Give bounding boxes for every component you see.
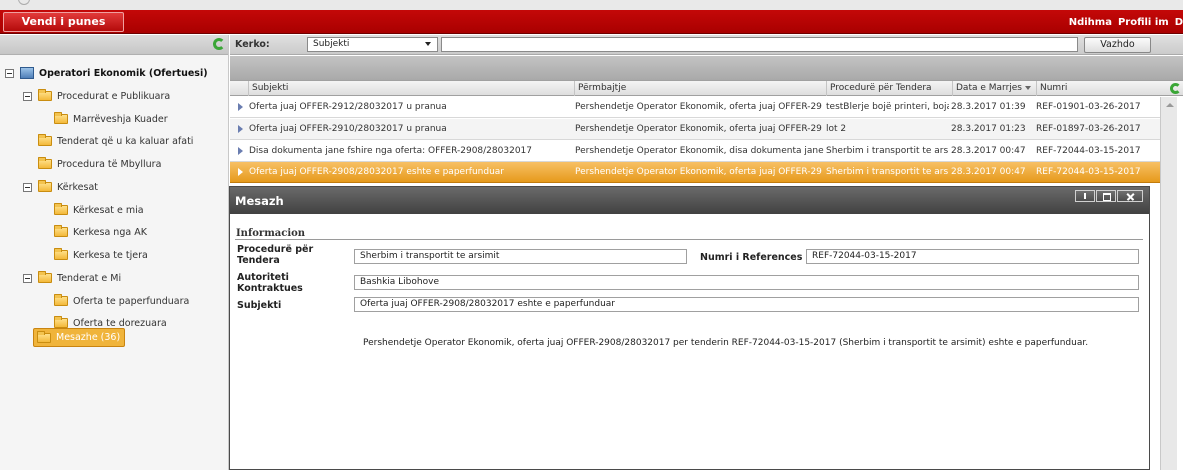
emblem-icon: [18, 0, 30, 5]
dropdown-arrow-icon: [425, 42, 431, 46]
window-buttons: [1074, 190, 1143, 202]
subject-label: Subjekti: [237, 300, 282, 311]
info-icon[interactable]: [1075, 190, 1095, 202]
section-divider: [235, 239, 1143, 240]
search-field-select[interactable]: Subjekti: [307, 37, 438, 52]
tree-item-framework-agreement[interactable]: Marrëveshja Kuader: [54, 109, 168, 129]
top-nav: Ndihma Profili im D: [1063, 10, 1183, 34]
workplace-button[interactable]: Vendi i punes: [3, 12, 124, 32]
message-dialog: Mesazh Informacion Procedurë për Tendera…: [229, 186, 1150, 470]
message-body: Pershendetje Operator Ekonomik, oferta j…: [363, 338, 1089, 348]
search-bar: Kerko: Subjekti Vazhdo: [230, 35, 1183, 55]
sort-desc-icon: [1025, 85, 1031, 90]
expand-row-icon[interactable]: [238, 103, 243, 111]
collapse-icon[interactable]: [23, 273, 32, 283]
table-row[interactable]: Oferta juaj OFFER-2912/28032017 u pranua…: [230, 97, 1160, 118]
grid-header: Subjekti Përmbajtje Procedurë për Tender…: [230, 80, 1183, 96]
reference-label: Numri i References: [700, 252, 803, 263]
maximize-icon[interactable]: [1096, 190, 1116, 202]
folder-icon: [38, 180, 52, 192]
top-strip: [0, 0, 1183, 10]
procedure-label: Procedurë për Tendera: [237, 244, 314, 266]
column-header-procedure[interactable]: Procedurë për Tendera: [826, 81, 952, 96]
dialog-titlebar[interactable]: Mesazh: [230, 187, 1149, 214]
scroll-up-icon[interactable]: [1166, 103, 1174, 107]
tree-toolbar: [0, 35, 228, 55]
column-header-number[interactable]: Numri: [1036, 81, 1160, 96]
tree-root-label: Operatori Ekonomik (Ofertuesi): [39, 67, 208, 79]
tree-item-requests-from-ca[interactable]: Kerkesa nga AK: [54, 222, 147, 242]
tree-item-messages[interactable]: Mesazhe (36): [33, 328, 126, 347]
folder-icon: [54, 112, 68, 124]
column-header-content[interactable]: Përmbajtje: [574, 81, 826, 96]
collapse-icon[interactable]: [5, 68, 14, 78]
refresh-icon[interactable]: [213, 38, 225, 50]
tree-item-requests[interactable]: Kërkesat: [23, 177, 98, 197]
collapse-icon[interactable]: [23, 91, 32, 101]
authority-label: Autoriteti Kontraktues: [237, 272, 303, 294]
search-input[interactable]: [441, 37, 1078, 52]
organization-icon: [20, 67, 34, 79]
folder-icon: [54, 316, 68, 328]
refresh-icon[interactable]: [1170, 83, 1181, 94]
tree-item-closed-procedures[interactable]: Procedura të Mbyllura: [38, 154, 161, 174]
logout-link[interactable]: D: [1175, 17, 1183, 28]
folder-icon: [37, 330, 51, 343]
tree-item-other-requests[interactable]: Kerkesa te tjera: [54, 245, 148, 265]
expand-row-icon[interactable]: [238, 147, 243, 155]
folder-icon: [54, 294, 68, 306]
collapse-icon[interactable]: [23, 182, 32, 192]
column-header-date[interactable]: Data e Marrjes: [952, 81, 1036, 96]
expand-row-icon[interactable]: [238, 125, 243, 133]
folder-icon: [38, 157, 52, 169]
grid-toolbar: [230, 56, 1183, 80]
procedure-field: Sherbim i transportit te arsimit: [354, 249, 687, 264]
section-title: Informacion: [236, 228, 306, 239]
table-row[interactable]: Oferta juaj OFFER-2910/28032017 u pranua…: [230, 119, 1160, 140]
table-row-selected[interactable]: Oferta juaj OFFER-2908/28032017 eshte e …: [230, 162, 1160, 183]
tree-item-published-procedures[interactable]: Procedurat e Publikuara: [23, 86, 170, 106]
folder-icon: [54, 203, 68, 215]
reference-field: REF-72044-03-15-2017: [806, 249, 1139, 264]
navigation-tree: Operatori Ekonomik (Ofertuesi) Procedura…: [0, 35, 229, 470]
close-icon[interactable]: [1117, 190, 1143, 202]
tree-item-unfinished-offers[interactable]: Oferta te paperfunduara: [54, 291, 189, 311]
profile-link[interactable]: Profili im: [1118, 17, 1169, 28]
folder-icon: [38, 134, 52, 146]
column-header-subject[interactable]: Subjekti: [248, 81, 574, 96]
tree-item-my-tenders[interactable]: Tenderat e Mi: [23, 268, 121, 288]
help-link[interactable]: Ndihma: [1069, 17, 1112, 28]
expand-row-icon[interactable]: [238, 168, 243, 176]
tree-item-my-requests[interactable]: Kërkesat e mia: [54, 200, 144, 220]
grid-scrollbar[interactable]: [1160, 97, 1177, 470]
folder-icon: [54, 225, 68, 237]
search-button[interactable]: Vazhdo: [1084, 37, 1151, 53]
authority-field: Bashkia Libohove: [354, 275, 1139, 290]
table-row[interactable]: Disa dokumenta jane fshire nga oferta: O…: [230, 141, 1160, 162]
folder-icon: [38, 89, 52, 101]
dialog-title: Mesazh: [235, 194, 284, 208]
tree-root[interactable]: Operatori Ekonomik (Ofertuesi): [5, 63, 208, 83]
folder-icon: [38, 271, 52, 283]
search-label: Kerko:: [235, 39, 270, 50]
subject-field: Oferta juaj OFFER-2908/28032017 eshte e …: [354, 297, 1139, 312]
top-bar: Vendi i punes Ndihma Profili im D: [0, 10, 1183, 34]
tree-item-expired-tenders[interactable]: Tenderat që u ka kaluar afati: [38, 131, 193, 151]
folder-icon: [54, 248, 68, 260]
